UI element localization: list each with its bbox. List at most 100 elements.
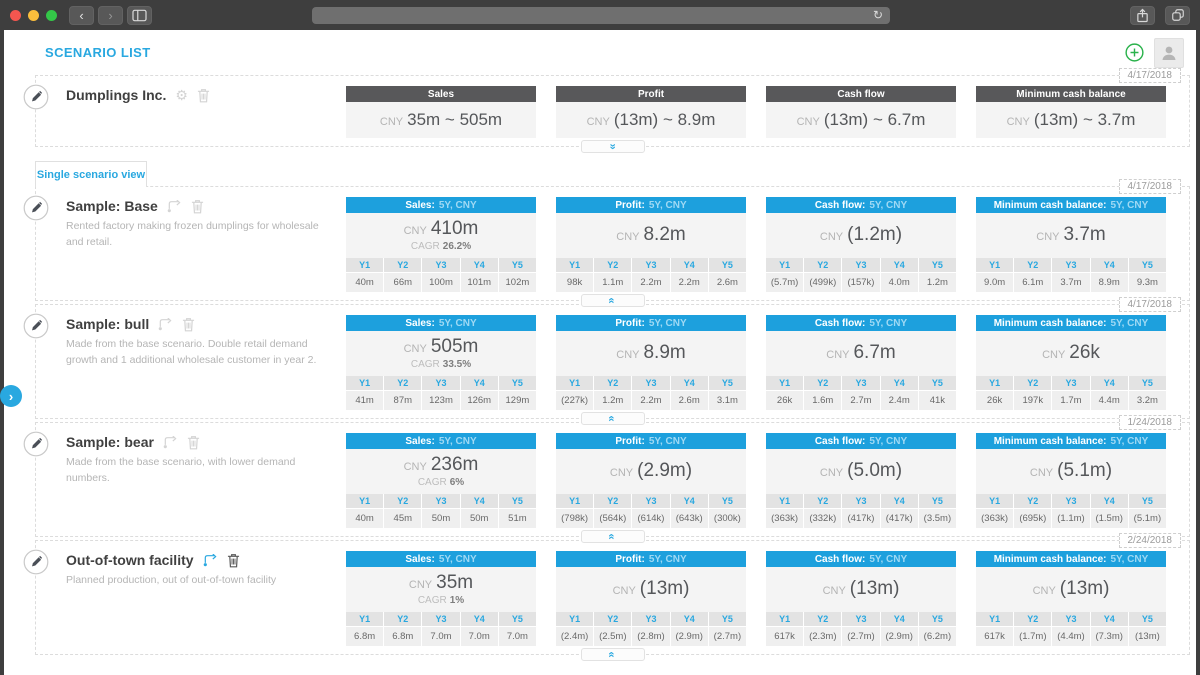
year-header: Y2 (804, 258, 841, 272)
forward-button[interactable]: › (98, 6, 123, 25)
edit-scenario-button[interactable] (23, 195, 49, 221)
metric-value: CNY(13m) ~ 6.7m (797, 111, 926, 130)
metric-card-header: Cash flow: 5Y, CNY (766, 197, 956, 213)
metric-card: Profit CNY(13m) ~ 8.9m (556, 86, 746, 138)
address-bar[interactable]: ↻ (312, 7, 890, 24)
year-table: Y1 Y2 Y3 Y4 Y5 (363k) (332k) (417k) (417… (766, 494, 956, 528)
year-header: Y4 (881, 258, 918, 272)
sidebar-toggle-button[interactable] (127, 6, 152, 25)
expand-panel-button[interactable]: › (0, 385, 22, 407)
branch-scenario-button[interactable] (163, 436, 178, 449)
account-button[interactable] (1154, 38, 1184, 68)
year-header: Y5 (499, 612, 536, 626)
metric-value: CNY35m (409, 573, 473, 594)
year-value: (13m) (1129, 627, 1166, 646)
collapse-scenario-button[interactable]: » (581, 294, 645, 307)
forward-icon: › (108, 9, 112, 22)
metric-sublabel: 5Y, CNY (649, 554, 687, 565)
currency-label: CNY (404, 461, 427, 473)
collapse-scenario-button[interactable]: » (581, 648, 645, 661)
year-value: 51m (499, 509, 536, 528)
metric-value: CNY(5.1m) (1030, 461, 1112, 482)
year-header: Y1 (766, 376, 803, 390)
back-button[interactable]: ‹ (69, 6, 94, 25)
zoom-window-button[interactable] (46, 10, 57, 21)
metric-card: Sales: 5Y, CNY CNY236m CAGR6% Y1 Y2 Y3 Y… (346, 433, 536, 528)
year-value: 1.6m (804, 391, 841, 410)
settings-button[interactable]: ⚙ (175, 88, 188, 102)
metric-label: Sales: (405, 200, 434, 211)
metric-card-body: CNY236m CAGR6% Y1 Y2 Y3 Y4 Y5 40m 45m 50… (346, 449, 536, 528)
year-value: 9.0m (976, 273, 1013, 292)
chevron-right-icon: › (9, 389, 13, 404)
metric-card: Sales: 5Y, CNY CNY505m CAGR33.5% Y1 Y2 Y… (346, 315, 536, 410)
expand-summary-button[interactable]: » (581, 140, 645, 153)
year-header: Y5 (1129, 612, 1166, 626)
year-header: Y4 (1091, 494, 1128, 508)
year-value: (1.1m) (1052, 509, 1089, 528)
close-window-button[interactable] (10, 10, 21, 21)
metric-value: CNY(13m) (823, 579, 900, 600)
year-header: Y1 (976, 612, 1013, 626)
share-button[interactable] (1130, 6, 1155, 25)
metric-card-header: Sales: 5Y, CNY (346, 551, 536, 567)
metric-label: Sales (428, 89, 454, 100)
edit-scenario-button[interactable] (23, 313, 49, 339)
scenario-description: Planned production, out of out-of-town f… (66, 573, 332, 589)
delete-scenario-button[interactable] (182, 317, 195, 332)
delete-scenario-button[interactable] (227, 553, 240, 568)
year-header: Y3 (842, 612, 879, 626)
year-value: (227k) (556, 391, 593, 410)
year-value: (2.7m) (842, 627, 879, 646)
add-scenario-button[interactable] (1125, 43, 1144, 62)
minimize-window-button[interactable] (28, 10, 39, 21)
year-table: Y1 Y2 Y3 Y4 Y5 (2.4m) (2.5m) (2.8m) (2.9… (556, 612, 746, 646)
scenario-title-row: Sample: bear (66, 434, 332, 450)
delete-company-button[interactable] (197, 88, 210, 103)
year-table: Y1 Y2 Y3 Y4 Y5 (363k) (695k) (1.1m) (1.5… (976, 494, 1166, 528)
page-header: SCENARIO LIST (4, 30, 1196, 75)
delete-scenario-button[interactable] (191, 199, 204, 214)
chevron-up-icon: » (607, 533, 618, 539)
year-header: Y3 (632, 258, 669, 272)
metric-sublabel: 5Y, CNY (1111, 554, 1149, 565)
branch-scenario-button[interactable] (158, 318, 173, 331)
year-value: (499k) (804, 273, 841, 292)
year-header: Y2 (594, 376, 631, 390)
delete-scenario-button[interactable] (187, 435, 200, 450)
tab-single-scenario-view[interactable]: Single scenario view (35, 161, 147, 187)
branch-scenario-button[interactable] (203, 554, 218, 567)
year-header: Y1 (766, 258, 803, 272)
year-value: 100m (422, 273, 459, 292)
year-value: 102m (499, 273, 536, 292)
edit-company-button[interactable] (23, 84, 49, 110)
chevron-up-icon: » (607, 651, 618, 657)
year-value: 2.4m (881, 391, 918, 410)
collapse-scenario-button[interactable]: » (581, 530, 645, 543)
scenario-title: Sample: bull (66, 316, 149, 332)
currency-label: CNY (404, 225, 427, 237)
year-header: Y2 (1014, 258, 1051, 272)
metric-value: CNY6.7m (826, 343, 895, 364)
collapse-scenario-button[interactable]: » (581, 412, 645, 425)
year-value: 50m (461, 509, 498, 528)
metric-value: CNY26k (1042, 343, 1100, 364)
edit-scenario-button[interactable] (23, 549, 49, 575)
metric-card-header: Minimum cash balance: 5Y, CNY (976, 315, 1166, 331)
metric-value: CNY(1.2m) (820, 225, 902, 246)
metric-card-header: Sales: 5Y, CNY (346, 315, 536, 331)
refresh-icon[interactable]: ↻ (873, 9, 883, 21)
year-value: (6.2m) (919, 627, 956, 646)
year-header: Y4 (671, 376, 708, 390)
metric-card-header: Profit: 5Y, CNY (556, 315, 746, 331)
year-value: (1.5m) (1091, 509, 1128, 528)
branch-scenario-button[interactable] (167, 200, 182, 213)
currency-label: CNY (610, 467, 633, 479)
edit-scenario-button[interactable] (23, 431, 49, 457)
year-value: (2.9m) (881, 627, 918, 646)
metric-sublabel: 5Y, CNY (869, 200, 907, 211)
tabs-button[interactable] (1165, 6, 1190, 25)
metric-card: Minimum cash balance: 5Y, CNY CNY(5.1m) … (976, 433, 1166, 528)
page-content: SCENARIO LIST 4/17/2018 (4, 30, 1196, 675)
metric-value: CNY505m (404, 337, 479, 358)
